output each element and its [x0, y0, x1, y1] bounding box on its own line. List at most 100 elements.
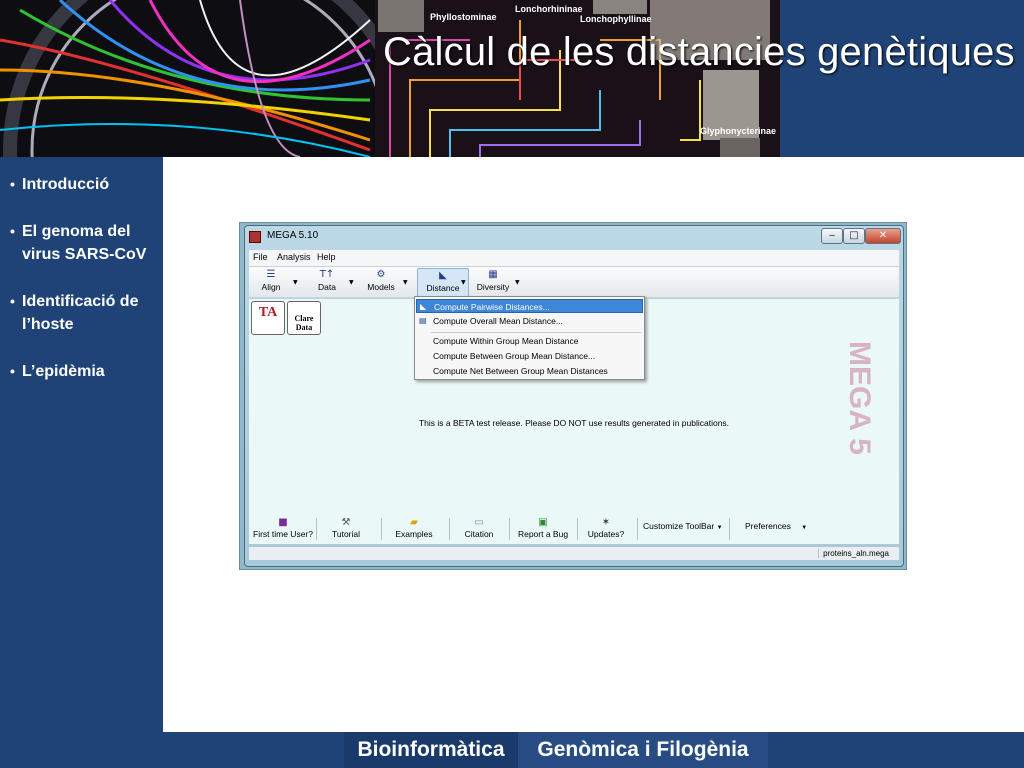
- toolbar-diversity-label: Diversity: [476, 282, 510, 292]
- overall-mean-icon: ▤: [419, 316, 427, 325]
- mega-5-watermark: MEGA 5: [843, 341, 876, 455]
- toolbar-divider: [449, 518, 450, 540]
- nav-item-hoste[interactable]: • Identificació de l’hoste: [10, 290, 163, 336]
- diversity-dropdown-arrow-icon[interactable]: ▼: [515, 279, 520, 286]
- toolbar-data-label: Data: [318, 282, 336, 292]
- models-icon: ⚙: [376, 269, 386, 280]
- menu-item-between-group-mean[interactable]: Compute Between Group Mean Distance...: [416, 349, 643, 363]
- menu-help[interactable]: Help: [317, 252, 336, 262]
- report-bug-icon: ▣: [538, 517, 548, 528]
- report-bug-button[interactable]: ▣ Report a Bug: [515, 516, 571, 543]
- menu-item-net-between-group-mean[interactable]: Compute Net Between Group Mean Distances: [416, 364, 643, 378]
- mega-menubar: File Analysis Help: [249, 250, 899, 266]
- align-dropdown-arrow-icon[interactable]: ▼: [293, 279, 298, 286]
- toolbar-divider: [381, 518, 382, 540]
- citation-button[interactable]: ▭ Citation: [457, 516, 501, 543]
- close-button[interactable]: ✕: [865, 228, 901, 244]
- toolbar-models-label: Models: [367, 282, 395, 292]
- tile-clare-data-button[interactable]: Clare Data: [287, 301, 321, 335]
- toolbar-divider: [577, 518, 578, 540]
- updates-icon: ✶: [601, 517, 611, 528]
- data-dropdown-arrow-icon[interactable]: ▼: [349, 279, 354, 286]
- mega-app-icon: [249, 231, 261, 243]
- slide-title: Càlcul de les distancies genètiques: [383, 30, 1015, 74]
- examples-folder-icon: ▰: [410, 517, 418, 528]
- menu-item-label: Compute Overall Mean Distance...: [433, 316, 563, 326]
- nav-item-label: Identificació de l’hoste: [22, 293, 139, 333]
- nav-item-label: El genoma del virus SARS-CoV: [22, 223, 147, 263]
- examples-button[interactable]: ▰ Examples: [389, 516, 439, 543]
- models-dropdown-arrow-icon[interactable]: ▼: [403, 279, 408, 286]
- customize-toolbar-button[interactable]: Customize ToolBar ▼: [643, 521, 723, 548]
- banner-label-phyllostominae: Phyllostominae: [430, 12, 497, 22]
- citation-icon: ▭: [474, 517, 484, 528]
- mega-titlebar[interactable]: MEGA 5.10 ‒ □ ✕: [245, 226, 903, 248]
- menu-item-overall-mean-distance[interactable]: ▤ Compute Overall Mean Distance...: [416, 314, 643, 328]
- sidebar-nav: • Introducció • El genoma del virus SARS…: [0, 157, 163, 732]
- tutorial-button[interactable]: ⚒ Tutorial: [325, 516, 367, 543]
- updates-label: Updates?: [587, 529, 625, 539]
- toolbar-divider: [316, 518, 317, 540]
- menu-item-label: Compute Between Group Mean Distance...: [433, 351, 596, 361]
- banner-label-glyphonycterinae: Glyphonycterinae: [700, 126, 777, 136]
- toolbar-divider: [637, 518, 638, 540]
- mega-bottom-toolbar: ■ First time User? ⚒ Tutorial ▰ Examples…: [249, 516, 899, 544]
- toolbar-models-button[interactable]: ⚙ Models: [361, 268, 401, 297]
- preferences-button[interactable]: Preferences ▼: [745, 521, 821, 548]
- mega-window: MEGA 5.10 ‒ □ ✕ File Analysis Help ☰ Ali…: [244, 225, 904, 567]
- mega-toolbar: ☰ Align ▼ T↑ Data ▼ ⚙ Models ▼ ◣ Distanc…: [249, 266, 899, 298]
- mega-window-title: MEGA 5.10: [267, 230, 319, 241]
- banner-fill: [780, 0, 1024, 157]
- toolbar-data-button[interactable]: T↑ Data: [309, 268, 345, 297]
- menu-file[interactable]: File: [253, 252, 268, 262]
- nav-item-introduccio[interactable]: • Introducció: [10, 173, 163, 196]
- banner-label-lonchorhininae: Lonchorhininae: [515, 4, 583, 14]
- bullet-icon: •: [10, 363, 15, 379]
- menu-item-label: Compute Net Between Group Mean Distances: [433, 366, 608, 376]
- nav-item-label: Introducció: [22, 176, 110, 193]
- minimize-button[interactable]: ‒: [821, 228, 843, 244]
- status-file-name: proteins_aln.mega: [818, 549, 889, 558]
- diversity-icon: ▦: [488, 269, 498, 280]
- toolbar-distance-label: Distance: [426, 283, 460, 293]
- header-banner: Phyllostominae Lonchorhininae Lonchophyl…: [0, 0, 1024, 157]
- customize-toolbar-dropdown-icon: ▼: [716, 525, 723, 531]
- watermark-text: MEGA 5: [843, 341, 876, 455]
- toolbar-align-button[interactable]: ☰ Align: [253, 268, 289, 297]
- toolbar-divider: [509, 518, 510, 540]
- first-time-user-label: First time User?: [253, 529, 313, 539]
- data-icon: T↑: [319, 269, 335, 280]
- tutorial-icon: ⚒: [341, 517, 351, 528]
- mega-status-bar: proteins_aln.mega: [249, 546, 899, 560]
- first-time-user-button[interactable]: ■ First time User?: [253, 516, 313, 543]
- citation-label: Citation: [464, 529, 494, 539]
- beta-notice: This is a BETA test release. Please DO N…: [418, 418, 730, 428]
- updates-button[interactable]: ✶ Updates?: [583, 516, 629, 543]
- nav-item-genoma[interactable]: • El genoma del virus SARS-CoV: [10, 220, 163, 266]
- menu-item-within-group-mean[interactable]: Compute Within Group Mean Distance: [416, 334, 643, 348]
- tutorial-label: Tutorial: [331, 529, 361, 539]
- nav-item-epidemia[interactable]: • L’epidèmia: [10, 360, 163, 383]
- menu-analysis[interactable]: Analysis: [277, 252, 311, 262]
- bullet-icon: •: [10, 176, 15, 192]
- distance-dropdown-arrow-icon[interactable]: ▼: [461, 279, 466, 286]
- bullet-icon: •: [10, 293, 15, 309]
- examples-label: Examples: [395, 529, 433, 539]
- banner-phylogeny-image: [0, 0, 780, 157]
- menu-item-label: Compute Within Group Mean Distance: [433, 336, 579, 346]
- bullet-icon: •: [10, 223, 15, 239]
- footer-topic-name: Genòmica i Filogènia: [518, 732, 768, 768]
- toolbar-diversity-button[interactable]: ▦ Diversity: [473, 268, 513, 297]
- first-time-user-icon: ■: [278, 517, 288, 528]
- tile-ta-button[interactable]: TA: [251, 301, 285, 335]
- banner-label-lonchophyllinae: Lonchophyllinae: [580, 14, 652, 24]
- maximize-button[interactable]: □: [843, 228, 865, 244]
- report-bug-label: Report a Bug: [517, 529, 569, 539]
- customize-toolbar-label: Customize ToolBar: [643, 521, 715, 531]
- menu-separator: [431, 332, 641, 333]
- tile-ta-label: TA: [258, 305, 278, 320]
- preferences-dropdown-icon: ▼: [801, 525, 808, 531]
- mega-screenshot: MEGA 5.10 ‒ □ ✕ File Analysis Help ☰ Ali…: [239, 222, 907, 570]
- toolbar-align-label: Align: [261, 282, 281, 292]
- menu-item-pairwise-distances[interactable]: ◣ Compute Pairwise Distances...: [416, 299, 643, 313]
